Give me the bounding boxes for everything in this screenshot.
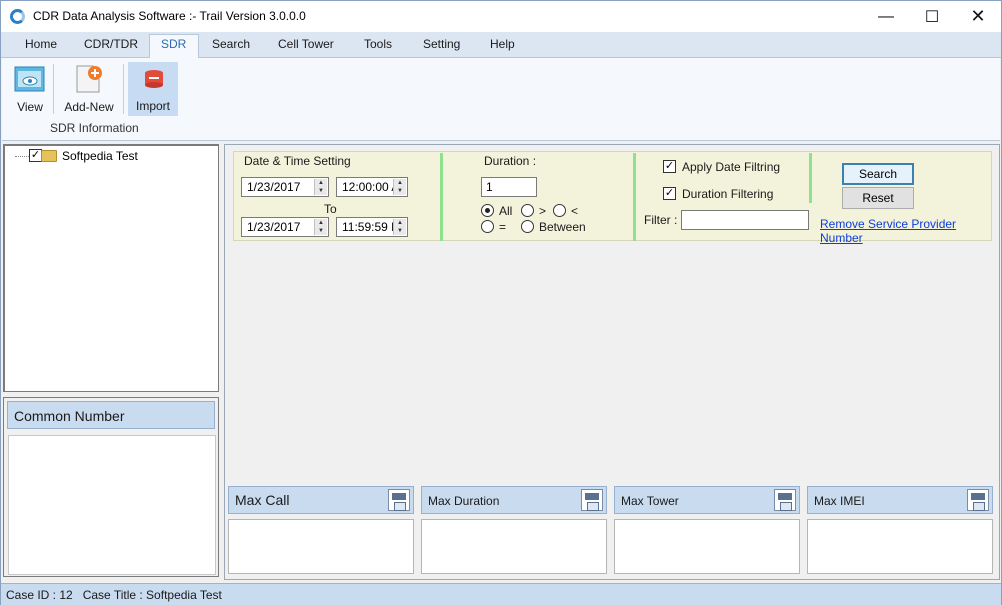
status-bar: Case ID : 12 Case Title : Softpedia Test	[1, 583, 1001, 605]
date-time-heading: Date & Time Setting	[244, 154, 351, 168]
reset-button[interactable]: Reset	[842, 187, 914, 209]
duration-filter-label: Duration Filtering	[682, 187, 774, 201]
radio-between-label: Between	[539, 220, 586, 234]
maximize-button[interactable]: ☐	[909, 1, 955, 32]
max-tower-header: Max Tower	[614, 486, 800, 514]
menu-cell-tower[interactable]: Cell Tower	[278, 37, 334, 51]
menu-setting[interactable]: Setting	[423, 37, 460, 51]
section-separator	[440, 153, 443, 241]
spin-arrows-icon[interactable]: ▲ ▼	[314, 219, 327, 235]
filter-box: Date & Time Setting 1/23/2017 ▲ ▼ 12:00:0…	[233, 151, 992, 245]
radio-equal[interactable]	[481, 220, 494, 233]
app-window: CDR Data Analysis Software :- Trail Vers…	[0, 0, 1002, 605]
window-title: CDR Data Analysis Software :- Trail Vers…	[33, 9, 306, 23]
case-tree: ✓ Softpedia Test	[3, 144, 219, 392]
radio-less-label: <	[571, 204, 579, 218]
menu-sdr[interactable]: SDR	[161, 37, 186, 51]
radio-equal-label: =	[499, 220, 507, 234]
import-label: Import	[135, 99, 170, 113]
view-icon	[14, 66, 45, 92]
filter-label: Filter :	[644, 213, 678, 227]
max-tower-list[interactable]	[614, 519, 800, 574]
ribbon-separator	[123, 64, 124, 114]
from-date-value: 1/23/2017	[247, 180, 301, 194]
status-text: Case ID : 12 Case Title : Softpedia Test	[6, 588, 222, 602]
spin-arrows-icon[interactable]: ▲ ▼	[314, 179, 327, 195]
to-time-value: 11:59:59 P	[342, 220, 400, 234]
view-button[interactable]: View	[11, 62, 49, 116]
spin-arrows-icon[interactable]: ▲ ▼	[393, 219, 406, 235]
max-call-panel: Max Call	[226, 482, 416, 576]
radio-between[interactable]	[521, 220, 534, 233]
spin-arrows-icon[interactable]: ▲ ▼	[393, 179, 406, 195]
to-date-value: 1/23/2017	[247, 220, 301, 234]
save-icon[interactable]	[388, 489, 410, 511]
main-panel: Date & Time Setting 1/23/2017 ▲ ▼ 12:00:0…	[224, 144, 1000, 580]
menu-home[interactable]: Home	[25, 37, 57, 51]
view-label: View	[17, 100, 43, 114]
radio-greater[interactable]	[521, 204, 534, 217]
common-number-header: Common Number	[7, 401, 215, 429]
title-bar: CDR Data Analysis Software :- Trail Vers…	[1, 1, 1001, 32]
from-date-picker[interactable]: 1/23/2017 ▲ ▼	[241, 177, 329, 197]
menu-cdr-tdr[interactable]: CDR/TDR	[84, 37, 138, 51]
apply-date-label: Apply Date Filtring	[682, 160, 781, 174]
max-imei-header: Max IMEI	[807, 486, 993, 514]
apply-date-checkbox[interactable]: ✓	[663, 160, 676, 173]
menu-bar: Home CDR/TDR SDR Search Cell Tower Tools…	[1, 32, 1001, 59]
duration-filter-checkbox[interactable]: ✓	[663, 187, 676, 200]
to-label: To	[324, 202, 337, 216]
ribbon-separator	[53, 64, 54, 114]
add-new-label: Add-New	[64, 100, 114, 114]
ribbon-group-label: SDR Information	[50, 121, 139, 135]
max-call-header: Max Call	[228, 486, 414, 514]
max-duration-panel: Max Duration	[419, 482, 609, 576]
menu-search[interactable]: Search	[212, 37, 250, 51]
max-duration-header: Max Duration	[421, 486, 607, 514]
radio-all[interactable]	[481, 204, 494, 217]
max-tower-title: Max Tower	[621, 494, 679, 508]
max-duration-title: Max Duration	[428, 494, 500, 508]
to-date-picker[interactable]: 1/23/2017 ▲ ▼	[241, 217, 329, 237]
save-icon[interactable]	[581, 489, 603, 511]
remove-service-provider-link[interactable]: Remove Service Provider Number	[820, 217, 991, 245]
from-time-picker[interactable]: 12:00:00 A ▲ ▼	[336, 177, 408, 197]
add-new-button[interactable]: Add-New	[59, 62, 119, 116]
add-new-icon	[76, 65, 102, 93]
common-number-list[interactable]	[8, 435, 216, 575]
tree-item-label[interactable]: Softpedia Test	[62, 149, 138, 163]
duration-input[interactable]: 1	[481, 177, 537, 197]
radio-less[interactable]	[553, 204, 566, 217]
close-button[interactable]: ✕	[955, 1, 1001, 32]
common-number-title: Common Number	[14, 408, 125, 424]
ribbon: View Add-New Import SDR Information	[2, 58, 1000, 141]
max-imei-list[interactable]	[807, 519, 993, 574]
max-imei-title: Max IMEI	[814, 494, 865, 508]
max-tower-panel: Max Tower	[612, 482, 802, 576]
max-imei-panel: Max IMEI	[805, 482, 995, 576]
filter-input[interactable]	[681, 210, 809, 230]
common-number-panel: Common Number	[3, 397, 219, 577]
folder-icon	[41, 150, 57, 162]
minimize-button[interactable]: —	[863, 1, 909, 32]
menu-help[interactable]: Help	[490, 37, 515, 51]
duration-heading: Duration :	[484, 154, 537, 168]
menu-tools[interactable]: Tools	[364, 37, 392, 51]
to-time-picker[interactable]: 11:59:59 P ▲ ▼	[336, 217, 408, 237]
save-icon[interactable]	[774, 489, 796, 511]
import-button[interactable]: Import	[128, 62, 178, 116]
save-icon[interactable]	[967, 489, 989, 511]
radio-all-label: All	[499, 204, 513, 218]
max-duration-list[interactable]	[421, 519, 607, 574]
max-call-list[interactable]	[228, 519, 414, 574]
app-logo-icon	[10, 9, 25, 24]
section-separator	[633, 153, 636, 241]
max-call-title: Max Call	[235, 492, 290, 508]
section-separator	[809, 153, 812, 203]
import-icon	[145, 70, 163, 88]
search-button[interactable]: Search	[842, 163, 914, 185]
from-time-value: 12:00:00 A	[342, 180, 400, 194]
radio-greater-label: >	[539, 204, 547, 218]
